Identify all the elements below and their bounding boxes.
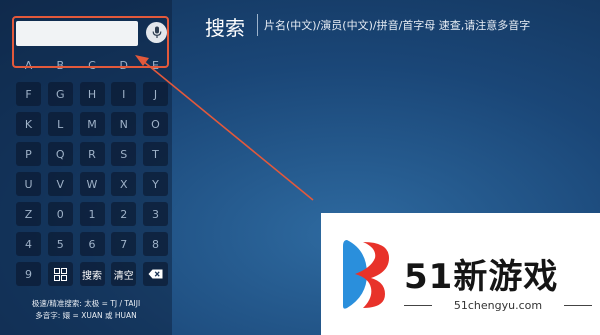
key-s[interactable]: S — [111, 142, 137, 166]
clear-key[interactable]: 清空 — [111, 262, 137, 286]
key-r[interactable]: R — [79, 142, 105, 166]
key-9[interactable]: 9 — [16, 262, 41, 286]
key-k[interactable]: K — [16, 112, 41, 136]
backspace-key[interactable] — [143, 262, 168, 286]
key-7[interactable]: 7 — [111, 232, 137, 256]
key-p[interactable]: P — [16, 142, 41, 166]
key-g[interactable]: G — [47, 82, 73, 106]
watermark: 51新游戏 51chengyu.com — [321, 213, 600, 335]
key-h[interactable]: H — [79, 82, 105, 106]
key-6[interactable]: 6 — [79, 232, 105, 256]
page-title: 搜索 — [205, 16, 245, 40]
search-hint: 片名(中文)/演员(中文)/拼音/首字母 速查,请注意多音字 — [264, 19, 531, 32]
search-tip-line-1: 极速/精准搜索: 太极 = TJ / TAIJI — [31, 299, 141, 308]
key-2[interactable]: 2 — [111, 202, 137, 226]
key-y[interactable]: Y — [143, 172, 168, 196]
title-divider — [257, 14, 258, 36]
key-3[interactable]: 3 — [143, 202, 168, 226]
key-5[interactable]: 5 — [47, 232, 73, 256]
key-i[interactable]: I — [111, 82, 137, 106]
search-bar-highlight — [12, 16, 169, 68]
url-divider-right — [564, 305, 592, 306]
key-8[interactable]: 8 — [143, 232, 168, 256]
search-key[interactable]: 搜索 — [79, 262, 105, 286]
brand-logo-icon — [343, 240, 389, 309]
key-w[interactable]: W — [79, 172, 105, 196]
key-0[interactable]: 0 — [47, 202, 73, 226]
key-f[interactable]: F — [16, 82, 41, 106]
grid-icon — [53, 267, 67, 281]
key-z[interactable]: Z — [16, 202, 41, 226]
key-q[interactable]: Q — [47, 142, 73, 166]
key-x[interactable]: X — [111, 172, 137, 196]
key-1[interactable]: 1 — [79, 202, 105, 226]
backspace-icon — [148, 269, 163, 279]
key-o[interactable]: O — [143, 112, 168, 136]
key-n[interactable]: N — [111, 112, 137, 136]
key-j[interactable]: J — [143, 82, 168, 106]
onscreen-keyboard: A B C D E F G H I J K L M N O P Q R S T … — [16, 54, 168, 292]
key-4[interactable]: 4 — [16, 232, 41, 256]
key-l[interactable]: L — [47, 112, 73, 136]
key-v[interactable]: V — [47, 172, 73, 196]
watermark-brand: 51新游戏 — [404, 257, 559, 297]
key-t[interactable]: T — [143, 142, 168, 166]
key-m[interactable]: M — [79, 112, 105, 136]
search-tip-line-2: 多音字: 嬛 = XUAN 或 HUAN — [35, 311, 137, 320]
keyboard-layout-button[interactable] — [47, 262, 73, 286]
key-u[interactable]: U — [16, 172, 41, 196]
